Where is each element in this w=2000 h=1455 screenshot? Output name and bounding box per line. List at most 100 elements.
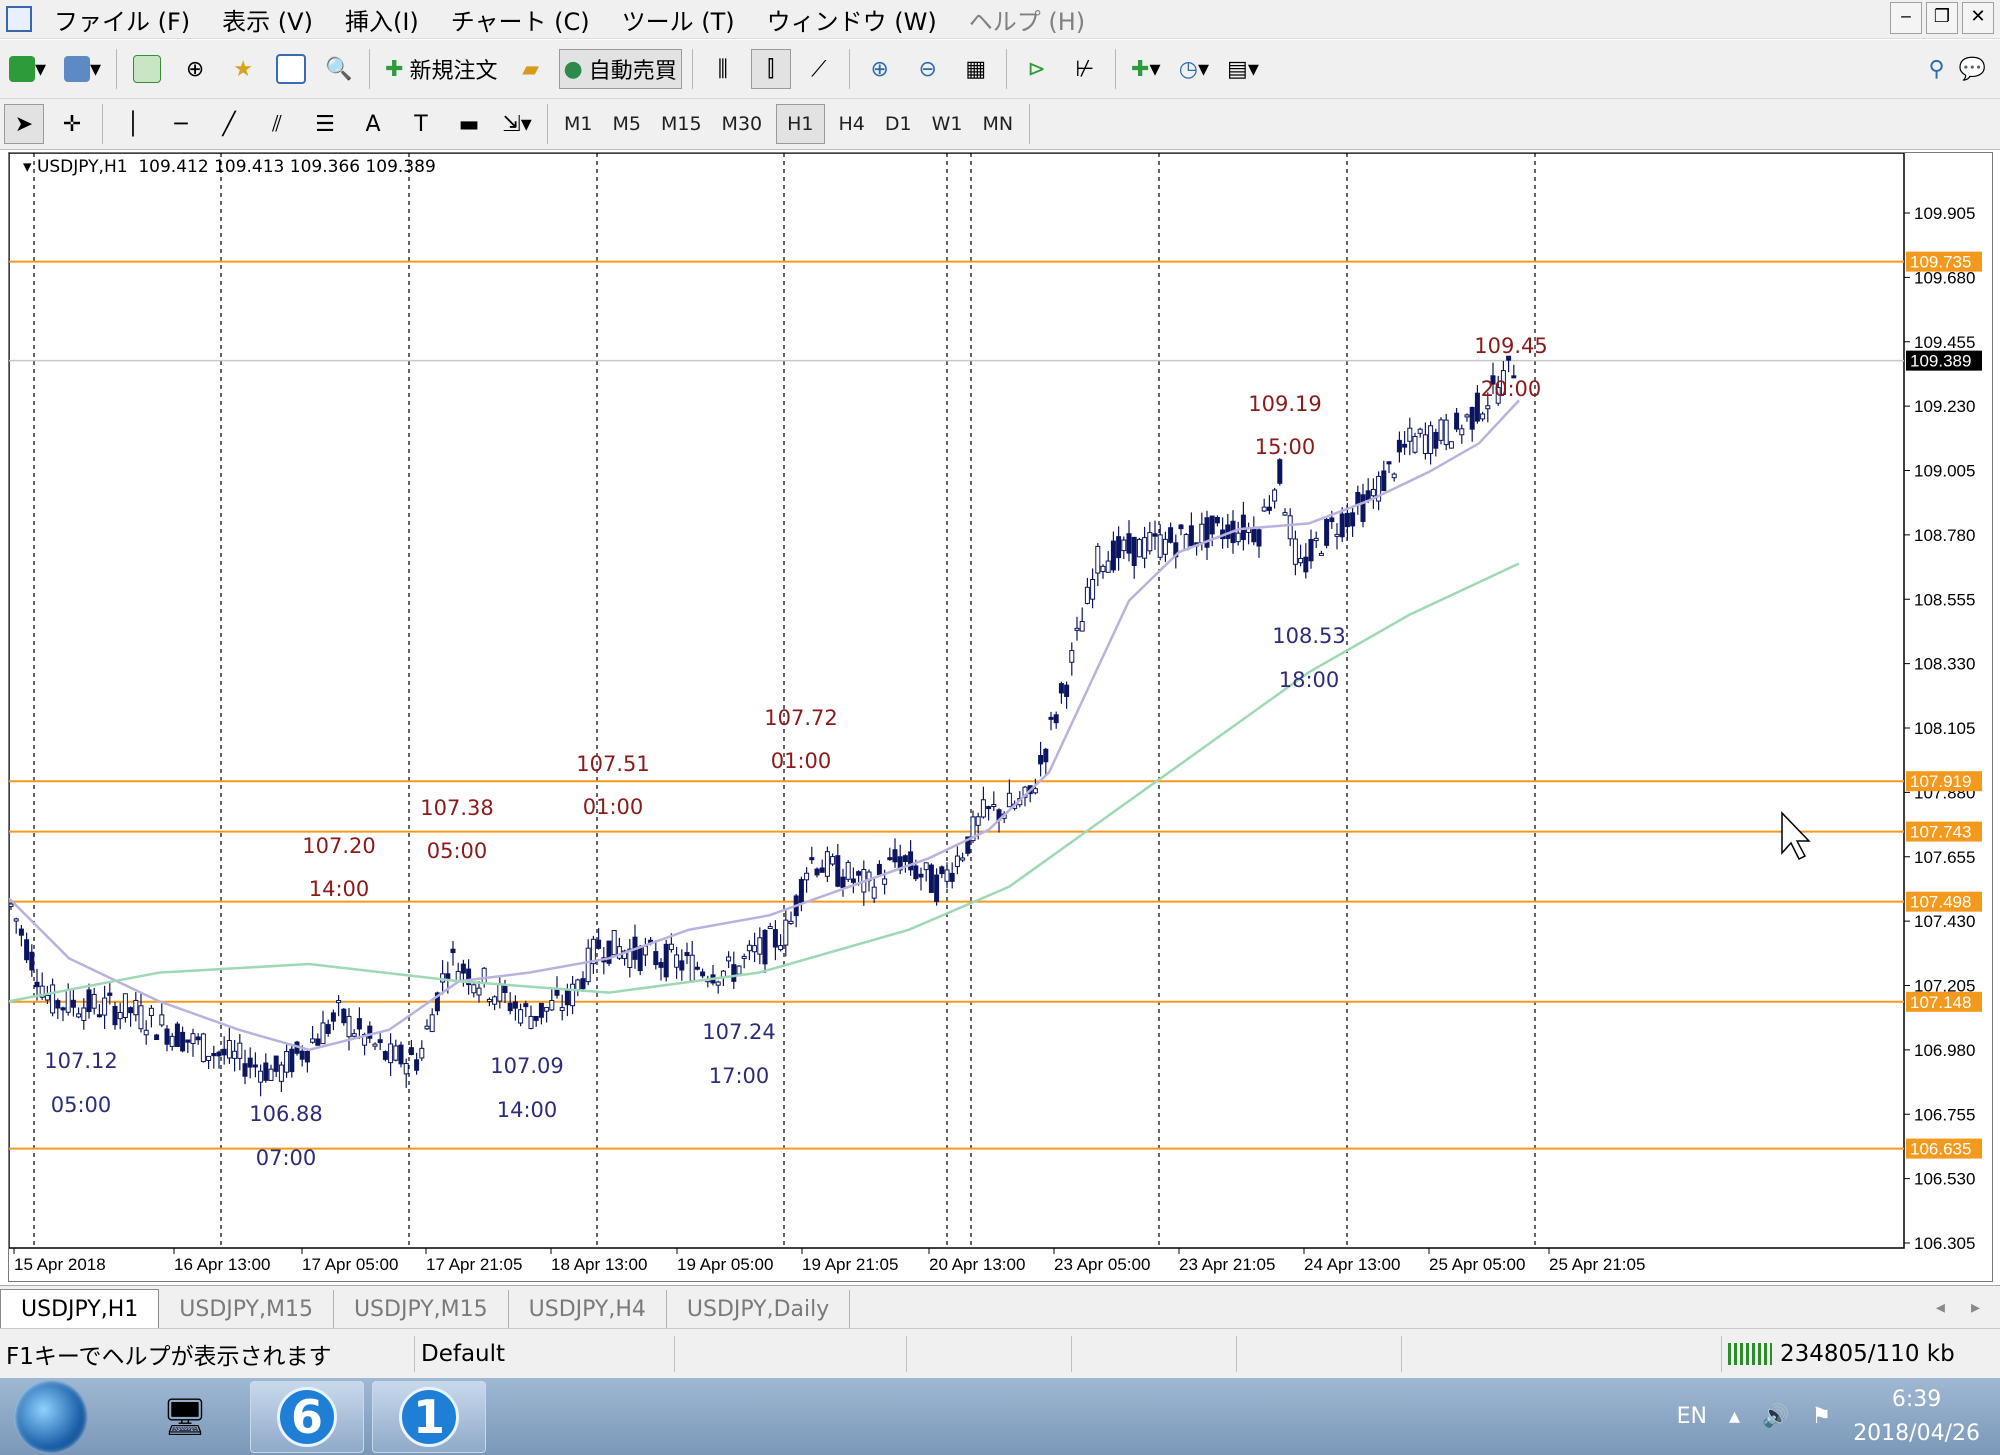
timeframe-h1[interactable]: H1 (776, 104, 825, 144)
timeframe-m5[interactable]: M5 (602, 113, 650, 135)
horizontal-line-button[interactable]: ─ (161, 104, 201, 144)
periods-button[interactable]: ◷ ▾ (1174, 49, 1214, 89)
crosshair-button[interactable]: ✛ (52, 104, 92, 144)
candle-body (346, 1015, 352, 1038)
fibonacci-button[interactable]: ☰ (305, 104, 345, 144)
start-button[interactable] (14, 1379, 88, 1454)
candle-body (746, 944, 752, 952)
high-price-label: 107.51 (576, 752, 649, 776)
taskbar: 🖥 6 1 EN ▴ 🔊 ⚑ 6:39 2018/04/26 (0, 1378, 2000, 1455)
zoom-in-button[interactable]: ⊕ (860, 49, 900, 89)
new-chart-icon (9, 56, 35, 82)
indicators-button[interactable]: ✚ ▾ (1126, 49, 1166, 89)
text-button[interactable]: A (353, 104, 393, 144)
status-empty-1 (675, 1336, 907, 1372)
templates-button[interactable]: ▤ ▾ (1222, 49, 1264, 89)
candle-body (1240, 514, 1246, 541)
menu-tools[interactable]: ツール (T) (608, 2, 753, 37)
timeframe-m15[interactable]: M15 (651, 113, 712, 135)
timeframe-d1[interactable]: D1 (875, 113, 922, 135)
tab-usdjpy-m15[interactable]: USDJPY,M15 (159, 1290, 334, 1328)
trendline-button[interactable]: ╱ (209, 104, 249, 144)
status-empty-2 (907, 1336, 1072, 1372)
taskbar-app-1[interactable]: 1 (372, 1380, 486, 1453)
terminal-button[interactable] (271, 49, 311, 89)
zoom-out-button[interactable]: ⊖ (908, 49, 948, 89)
close-button[interactable]: ✕ (1962, 2, 1994, 34)
menu-window[interactable]: ウィンドウ (W) (753, 2, 955, 37)
candle-body (736, 965, 742, 975)
candle-body (278, 1064, 284, 1082)
restore-button[interactable]: ❐ (1926, 2, 1958, 34)
menu-help[interactable]: ヘルプ (H) (955, 2, 1103, 37)
price-chart[interactable]: 109.905109.680109.455109.230109.005108.7… (9, 153, 1994, 1283)
channel-button[interactable]: ⫽ (257, 104, 297, 144)
rectangle-button[interactable]: ▬ (449, 104, 489, 144)
timeframe-mn[interactable]: MN (973, 113, 1024, 135)
chat-icon[interactable]: 💬 (1959, 57, 1986, 82)
language-indicator[interactable]: EN (1677, 1404, 1707, 1429)
auto-scroll-button[interactable]: ⊳ (1017, 49, 1057, 89)
candle-body (460, 963, 466, 974)
tab-usdjpy-h1[interactable]: USDJPY,H1 (0, 1289, 160, 1328)
line-chart-button[interactable]: ⟋ (799, 49, 839, 89)
time-axis-label: 16 Apr 13:00 (174, 1255, 270, 1274)
timeframe-w1[interactable]: W1 (922, 113, 973, 135)
bar-chart-button[interactable]: ⫼ (703, 49, 743, 89)
market-watch-button[interactable] (127, 49, 167, 89)
candlestick-button[interactable]: ⫿ (750, 49, 791, 89)
candle-body (960, 857, 966, 861)
tab-usdjpy-daily[interactable]: USDJPY,Daily (667, 1290, 851, 1328)
candle-body (1365, 490, 1371, 501)
candle-body (143, 1029, 149, 1036)
auto-trading-button[interactable]: ● 自動売買 (558, 49, 682, 89)
tab-scroll-right-icon[interactable]: ▸ (1971, 1297, 1980, 1318)
taskbar-app-6[interactable]: 6 (250, 1380, 364, 1453)
data-window-button[interactable]: ⊕ (175, 49, 215, 89)
chart-shift-button[interactable]: ⊬ (1065, 49, 1105, 89)
menu-insert[interactable]: 挿入(I) (331, 2, 437, 37)
separator (102, 104, 103, 144)
candle-body (1464, 414, 1470, 418)
taskbar-computer[interactable]: 🖥 (128, 1381, 242, 1453)
zoom-in-icon: ⊕ (870, 56, 889, 82)
timeframe-m30[interactable]: M30 (712, 113, 773, 135)
new-order-button[interactable]: ✚ 新規注文 (380, 49, 502, 89)
flag-icon[interactable]: ⚑ (1811, 1404, 1831, 1429)
candle-body (112, 1005, 118, 1026)
tab-usdjpy-m15-2[interactable]: USDJPY,M15 (334, 1290, 509, 1328)
chart-menu-arrow-icon[interactable]: ▾ (23, 157, 32, 177)
search-icon[interactable]: ⚲ (1928, 57, 1944, 82)
clock-date: 2018/04/26 (1853, 1420, 1980, 1446)
tab-scroll-left-icon[interactable]: ◂ (1936, 1297, 1945, 1318)
new-chart-button[interactable]: ▾ (4, 49, 51, 89)
timeframe-h4[interactable]: H4 (829, 113, 875, 135)
candle-body (741, 955, 747, 959)
volume-icon[interactable]: 🔊 (1762, 1404, 1789, 1429)
cursor-button[interactable]: ➤ (4, 104, 44, 144)
tile-windows-button[interactable]: ▦ (956, 49, 996, 89)
separator (691, 49, 693, 89)
arrows-button[interactable]: ⇲ ▾ (497, 104, 537, 144)
metaeditor-button[interactable]: ▰ (511, 49, 551, 89)
candle-body (1443, 419, 1449, 446)
menu-chart[interactable]: チャート (C) (437, 2, 608, 37)
tray-expand-icon[interactable]: ▴ (1729, 1404, 1740, 1429)
candle-body (752, 945, 758, 953)
vertical-line-button[interactable]: │ (113, 104, 153, 144)
text-label-button[interactable]: T (401, 104, 441, 144)
new-order-label: 新規注文 (409, 59, 498, 84)
clock[interactable]: 6:39 2018/04/26 (1853, 1383, 1980, 1451)
candle-body (523, 1003, 529, 1008)
chart-window[interactable]: 109.905 109.680 109.455 109.230 109.005 108.7… (8, 152, 1993, 1282)
minimize-button[interactable]: ‒ (1890, 2, 1922, 34)
tab-usdjpy-h4[interactable]: USDJPY,H4 (509, 1290, 667, 1328)
candle-body (757, 937, 763, 955)
menu-view[interactable]: 表示 (V) (208, 2, 331, 37)
navigator-button[interactable]: ★ (223, 49, 263, 89)
profiles-button[interactable]: ▾ (59, 49, 106, 89)
strategy-tester-button[interactable]: 🔍 (319, 49, 359, 89)
candle-body (1344, 512, 1350, 528)
timeframe-m1[interactable]: M1 (554, 113, 602, 135)
menu-file[interactable]: ファイル (F) (40, 2, 208, 37)
